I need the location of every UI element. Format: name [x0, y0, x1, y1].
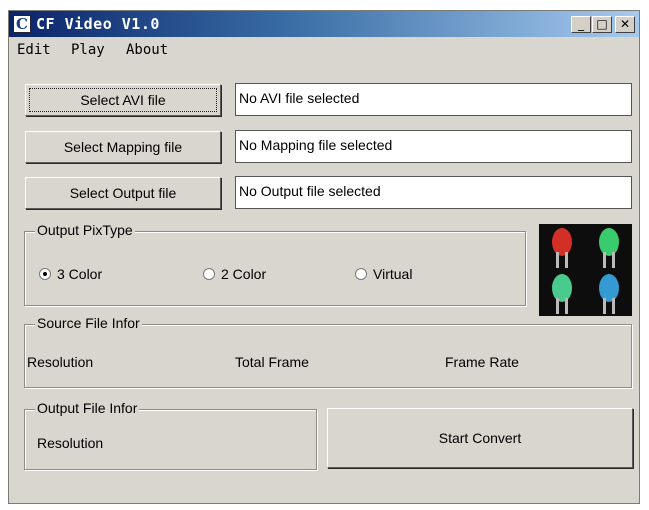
menu-play[interactable]: Play	[71, 42, 105, 58]
radio-2-color-dot[interactable]	[203, 268, 215, 280]
menu-edit[interactable]: Edit	[17, 42, 51, 58]
red-led-icon	[539, 224, 585, 270]
select-avi-button[interactable]: Select AVI file	[25, 84, 221, 116]
output-resolution-label: Resolution	[37, 435, 104, 451]
start-convert-button[interactable]: Start Convert	[327, 408, 633, 468]
green-led-icon	[586, 224, 632, 270]
avi-file-status: No AVI file selected	[235, 83, 632, 116]
pixtype-group: Output PixType 3 Color 2 Color Virtual	[24, 222, 526, 306]
output-info-legend: Output File Infor	[35, 400, 140, 416]
select-output-button[interactable]: Select Output file	[25, 177, 221, 209]
close-button[interactable]: ✕	[615, 16, 635, 33]
window-title: CF Video V1.0	[36, 15, 160, 33]
source-info-legend: Source File Infor	[35, 315, 142, 331]
green-led-icon	[539, 270, 585, 316]
menu-bar: Edit Play About	[9, 39, 639, 61]
led-preview-image	[539, 224, 632, 316]
maximize-button[interactable]: □	[592, 16, 612, 33]
source-resolution-label: Resolution	[27, 354, 94, 370]
radio-virtual-label: Virtual	[373, 266, 413, 282]
output-file-status: No Output file selected	[235, 176, 632, 209]
menu-about[interactable]: About	[126, 42, 168, 58]
total-frame-label: Total Frame	[235, 354, 309, 370]
select-mapping-button[interactable]: Select Mapping file	[25, 131, 221, 163]
radio-2-color-label: 2 Color	[221, 266, 267, 282]
output-info-group: Output File Infor Resolution	[24, 400, 317, 470]
title-bar[interactable]: C CF Video V1.0 _ □ ✕	[9, 11, 639, 37]
mapping-file-status: No Mapping file selected	[235, 130, 632, 163]
frame-rate-label: Frame Rate	[445, 354, 519, 370]
radio-3-color-label: 3 Color	[57, 266, 103, 282]
blue-led-icon	[586, 270, 632, 316]
minimize-button[interactable]: _	[571, 16, 591, 33]
radio-3-color-dot[interactable]	[39, 268, 51, 280]
radio-virtual-dot[interactable]	[355, 268, 367, 280]
source-info-group: Source File Infor Resolution Total Frame…	[24, 315, 632, 388]
pixtype-legend: Output PixType	[35, 222, 135, 238]
app-window: C CF Video V1.0 _ □ ✕ Edit Play About Se…	[8, 10, 640, 504]
app-icon: C	[13, 15, 31, 33]
